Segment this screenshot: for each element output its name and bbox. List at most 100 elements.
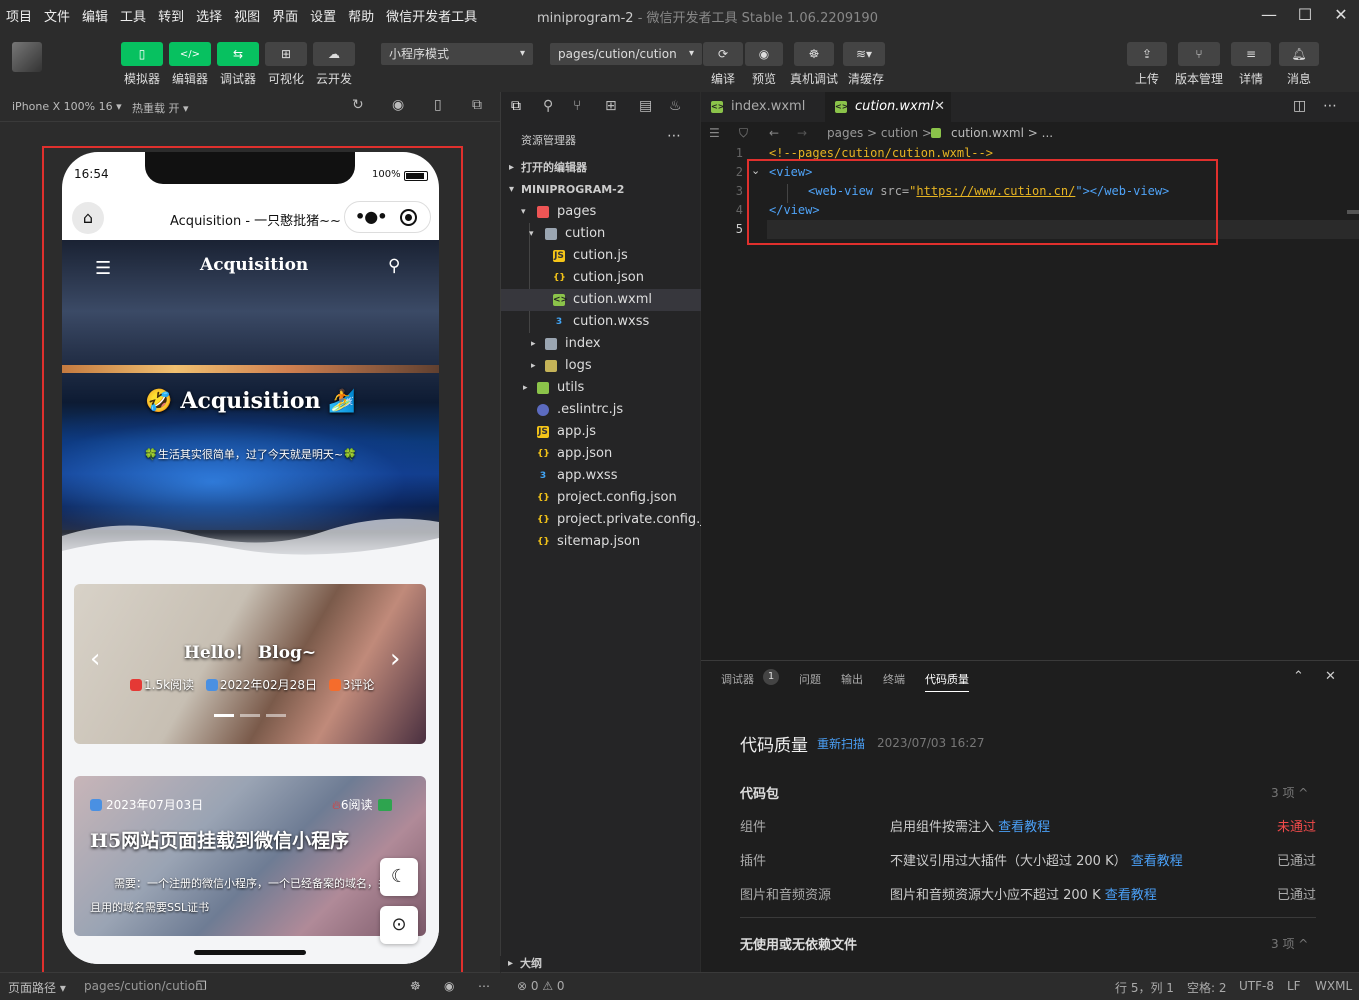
tree-item-cution[interactable]: ▾ cution xyxy=(501,223,701,245)
search-icon[interactable]: ⚲ xyxy=(543,98,553,114)
tree-item-sitemap[interactable]: {} sitemap.json xyxy=(501,531,701,553)
menu-goto[interactable]: 转到 xyxy=(152,6,190,25)
menu-project[interactable]: 项目 xyxy=(0,6,38,25)
tree-item-pages[interactable]: ▾ pages xyxy=(501,201,701,223)
tree-item-utils[interactable]: ▸ utils xyxy=(501,377,701,399)
rotate-icon[interactable]: ↻ xyxy=(352,97,364,113)
tree-item-logs[interactable]: ▸ logs xyxy=(501,355,701,377)
cursor-position[interactable]: 行 5，列 1 xyxy=(1115,979,1174,996)
breadcrumb-path[interactable]: pages > cution > xyxy=(827,122,932,144)
editor-button[interactable]: </> xyxy=(169,42,211,66)
line-ending[interactable]: LF xyxy=(1287,979,1301,993)
list-icon[interactable]: ☰ xyxy=(709,122,720,144)
tab-cution-wxml[interactable]: <> cution.wxml ✕ xyxy=(825,92,951,122)
stop-icon[interactable]: ◉ xyxy=(392,97,404,113)
tab-problems[interactable]: 问题 xyxy=(799,671,821,687)
split-editor-icon[interactable]: ◫ xyxy=(1293,98,1306,114)
carousel-card[interactable]: Hello！ Blog~ 1.5k阅读 2022年02月28日 3评论 ‹ › xyxy=(74,584,426,744)
capsule-menu[interactable]: •●• xyxy=(344,201,431,233)
chevron-up-icon[interactable]: ⌃ xyxy=(1293,669,1304,684)
minimize-icon[interactable]: — xyxy=(1258,4,1280,26)
tab-code-quality[interactable]: 代码质量 xyxy=(925,671,969,692)
tree-item-eslintrc[interactable]: .eslintrc.js xyxy=(501,399,701,421)
eye-icon[interactable]: ◉ xyxy=(444,979,454,993)
avatar[interactable] xyxy=(12,42,42,72)
more-dots-icon[interactable]: •●• xyxy=(355,207,387,226)
outline-section[interactable]: 大纲 xyxy=(500,956,700,972)
tab-output[interactable]: 输出 xyxy=(841,671,863,687)
tree-item-project-private-config[interactable]: {} project.private.config.js... xyxy=(501,509,723,531)
menu-tools[interactable]: 工具 xyxy=(114,6,152,25)
tab-index-wxml[interactable]: <> index.wxml xyxy=(701,92,825,122)
menu-select[interactable]: 选择 xyxy=(190,6,228,25)
menu-edit[interactable]: 编辑 xyxy=(76,6,114,25)
menu-view[interactable]: 视图 xyxy=(228,6,266,25)
tree-item-cution-js[interactable]: JS cution.js xyxy=(501,245,701,267)
page-select[interactable]: pages/cution/cution xyxy=(550,43,702,65)
chevron-left-icon[interactable]: ‹ xyxy=(90,644,100,674)
source-control-icon[interactable]: ⑂ xyxy=(573,98,581,114)
mode-select[interactable]: 小程序模式 xyxy=(381,43,533,65)
menu-help[interactable]: 帮助 xyxy=(342,6,380,25)
files-icon[interactable]: ⧉ xyxy=(511,98,521,114)
hot-reload-toggle[interactable]: 热重载 开 ▾ xyxy=(132,100,189,116)
close-capsule-icon[interactable] xyxy=(400,209,417,226)
chevron-right-icon[interactable]: › xyxy=(390,644,400,674)
language-mode[interactable]: WXML xyxy=(1315,979,1352,993)
preview-button[interactable]: ◉ xyxy=(745,42,783,66)
docker-icon[interactable]: ♨ xyxy=(669,98,682,114)
extensions-icon[interactable]: ⊞ xyxy=(605,98,617,114)
tutorial-link[interactable]: 查看教程 xyxy=(1105,888,1157,903)
visual-button[interactable]: ⊞ xyxy=(265,42,307,66)
moon-icon[interactable]: ☾ xyxy=(380,858,418,896)
close-panel-icon[interactable]: ✕ xyxy=(1325,669,1336,684)
rescan-link[interactable]: 重新扫描 xyxy=(817,735,865,752)
group-count[interactable]: 3 项 ^ xyxy=(1271,935,1308,952)
tree-item-app-wxss[interactable]: 3 app.wxss xyxy=(501,465,701,487)
phone-outline-icon[interactable]: ▯ xyxy=(434,97,442,113)
home-icon[interactable]: ⌂ xyxy=(72,202,104,234)
forward-arrow-icon[interactable]: → xyxy=(797,122,807,144)
tree-item-app-json[interactable]: {} app.json xyxy=(501,443,701,465)
menu-file[interactable]: 文件 xyxy=(38,6,76,25)
tree-item-cution-wxss[interactable]: 3 cution.wxss xyxy=(501,311,701,333)
back-arrow-icon[interactable]: ← xyxy=(769,122,779,144)
indent-spaces[interactable]: 空格: 2 xyxy=(1187,979,1227,996)
open-editors-section[interactable]: 打开的编辑器 xyxy=(501,157,701,179)
tab-debugger[interactable]: 调试器 xyxy=(721,671,754,687)
problems-count[interactable]: ⊗ 0 ⚠ 0 xyxy=(517,979,565,993)
simulator-button[interactable]: ▯ xyxy=(121,42,163,66)
page-path-label[interactable]: 页面路径 ▾ xyxy=(8,979,66,996)
tree-item-project-config[interactable]: {} project.config.json xyxy=(501,487,701,509)
upload-button[interactable]: ⇪ xyxy=(1127,42,1167,66)
tutorial-link[interactable]: 查看教程 xyxy=(1131,854,1183,869)
menu-settings[interactable]: 设置 xyxy=(304,6,342,25)
debugger-button[interactable]: ⇆ xyxy=(217,42,259,66)
project-section[interactable]: MINIPROGRAM-2 xyxy=(501,179,701,201)
clear-cache-button[interactable]: ≋▾ xyxy=(843,42,885,66)
encoding[interactable]: UTF-8 xyxy=(1239,979,1274,993)
tree-item-index[interactable]: ▸ index xyxy=(501,333,701,355)
code-editor[interactable]: ☰ ⛉ ← → pages > cution > cution.wxml > .… xyxy=(701,122,1359,660)
tree-item-app-js[interactable]: JS app.js xyxy=(501,421,701,443)
hamburger-icon[interactable]: ☰ xyxy=(95,258,111,279)
tree-item-cution-wxml[interactable]: <> cution.wxml xyxy=(501,289,701,311)
detail-button[interactable]: ≡ xyxy=(1231,42,1271,66)
bug-icon[interactable]: ☸ xyxy=(410,979,421,993)
cloud-button[interactable]: ☁ xyxy=(313,42,355,66)
more-icon[interactable]: ⋯ xyxy=(667,128,681,144)
menu-wechat-devtools[interactable]: 微信开发者工具 xyxy=(380,6,483,25)
compile-button[interactable]: ⟳ xyxy=(703,42,743,66)
maximize-icon[interactable]: ☐ xyxy=(1294,4,1316,26)
more-icon[interactable]: ⋯ xyxy=(1323,98,1337,114)
version-button[interactable]: ⑂ xyxy=(1178,42,1220,66)
breadcrumb-file[interactable]: cution.wxml > ... xyxy=(951,122,1053,144)
tab-terminal[interactable]: 终端 xyxy=(883,671,905,687)
minimap-slider[interactable] xyxy=(1347,210,1359,214)
close-tab-icon[interactable]: ✕ xyxy=(934,92,945,122)
tree-item-cution-json[interactable]: {} cution.json xyxy=(501,267,701,289)
post-card[interactable]: 2023年07月03日 🔥︎6阅读 H5网站页面挂载到微信小程序 需要：一个注册… xyxy=(74,776,426,936)
back-to-top-icon[interactable]: ⊙ xyxy=(380,906,418,944)
more-icon[interactable]: ⋯ xyxy=(478,979,490,993)
popout-icon[interactable]: ⧉ xyxy=(472,97,482,113)
